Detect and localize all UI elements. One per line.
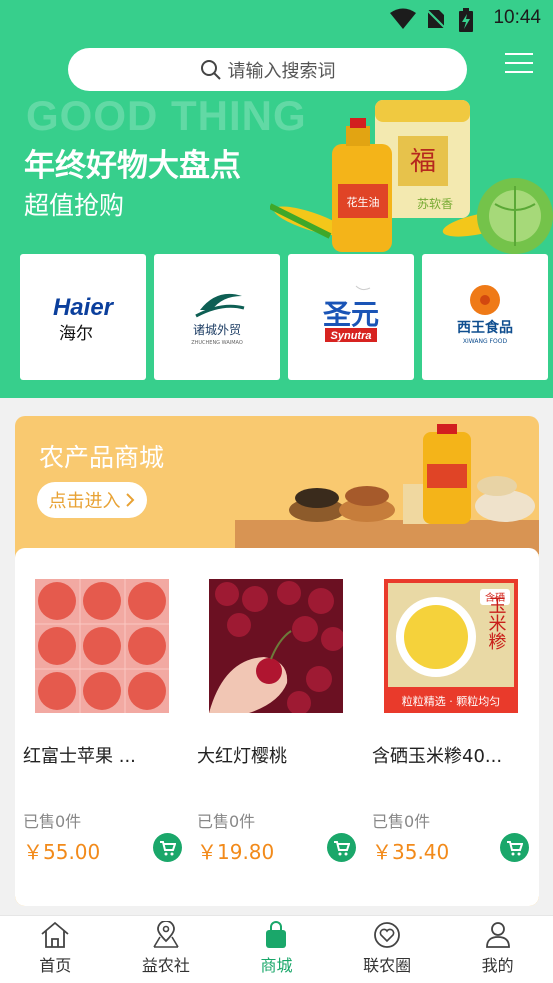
cart-icon [334,840,350,855]
product-card[interactable]: 红富士苹果 ... 已售0件 ￥55.00 [15,548,190,906]
synutra-logo: 圣元 Synutra [323,285,379,342]
menu-button[interactable] [505,53,533,75]
nav-item-mine[interactable]: 我的 [442,916,553,983]
banner-products-image[interactable]: 福 苏软香 花生油 [270,96,553,256]
xiwang-logo: 西王食品 XIWANG FOOD [457,285,513,345]
grain-products-image [289,424,535,524]
brand-card-haier[interactable]: Haier 海尔 [20,254,146,380]
rice-bag-label: 苏软香 [417,197,453,211]
svg-text:粒粒精选 · 颗粒均匀: 粒粒精选 · 颗粒均匀 [402,694,501,708]
add-to-cart-button[interactable] [327,833,356,862]
menu-icon-line [505,53,533,55]
nav-label: 商城 [260,956,293,975]
status-time: 10:44 [493,7,541,28]
svg-text:XIWANG FOOD: XIWANG FOOD [463,338,508,345]
wifi-icon [390,8,416,29]
cart-icon [160,840,176,855]
bottom-nav: 首页 益农社 商城 联农圈 我的 [0,915,553,983]
nav-item-circle[interactable]: 联农圈 [332,916,443,983]
svg-text:玉米糁: 玉米糁 [486,596,507,650]
search-bar[interactable]: 请输入搜索词 [68,48,467,91]
product-list: 红富士苹果 ... 已售0件 ￥55.00 大红灯樱桃 已售0件 ￥19.80 … [15,548,539,906]
status-bar: 10:44 [0,0,553,38]
market-title: 农产品商城 [39,443,165,472]
chevron-right-icon [125,493,134,507]
search-icon [200,59,221,80]
product-name: 红富士苹果 ... [23,746,136,767]
no-sim-icon [425,8,447,30]
rice-bag-char: 福 [410,147,436,177]
svg-text:圣元: 圣元 [323,298,379,331]
product-name: 大红灯樱桃 [197,746,287,767]
brand-list: Haier 海尔 诸城外贸 ZHUCHENG WAIMAO 圣元 Synutra [20,254,548,380]
svg-text:诸城外贸: 诸城外贸 [193,323,241,337]
user-icon [485,922,510,948]
nav-label: 首页 [39,956,72,975]
svg-text:Synutra: Synutra [331,330,372,342]
brand-card-zhucheng[interactable]: 诸城外贸 ZHUCHENG WAIMAO [154,254,280,380]
banner-watermark: GOOD THING [26,92,307,139]
market-section: 农产品商城 点击进入 红富士苹果 ... 已售0件 ￥55.00 大红灯樱桃 已… [15,416,539,906]
product-card[interactable]: 大红灯樱桃 已售0件 ￥19.80 [189,548,364,906]
product-image-apple[interactable] [35,579,169,713]
nav-label: 我的 [481,956,514,975]
svg-text:Haier: Haier [53,294,115,321]
add-to-cart-button[interactable] [153,833,182,862]
map-pin-icon [153,921,179,948]
banner-subline: 超值抢购 [24,191,125,220]
product-price: ￥19.80 [197,840,275,864]
haier-logo: Haier 海尔 [53,294,115,344]
brand-card-xiwang[interactable]: 西王食品 XIWANG FOOD [422,254,548,380]
product-price: ￥55.00 [23,840,101,864]
product-price: ￥35.40 [372,840,450,864]
battery-charging-icon [459,8,473,32]
nav-item-yinongshe[interactable]: 益农社 [111,916,222,983]
home-icon [41,921,69,948]
product-name: 含硒玉米糁40... [372,746,503,767]
search-placeholder: 请输入搜索词 [227,60,336,82]
product-image-corn-grits[interactable]: 含硒 玉米糁 粒粒精选 · 颗粒均匀 [384,579,518,713]
hero-banner: 10:44 请输入搜索词 GOOD THING 年终好物大盘点 超值抢购 福 苏… [0,0,553,398]
zhucheng-logo: 诸城外贸 ZHUCHENG WAIMAO [191,293,245,346]
product-sold: 已售0件 [23,812,82,831]
svg-text:ZHUCHENG WAIMAO: ZHUCHENG WAIMAO [191,340,243,346]
nav-item-home[interactable]: 首页 [0,916,111,983]
enter-market-button[interactable]: 点击进入 [37,482,147,518]
nav-item-mall[interactable]: 商城 [221,916,332,983]
svg-text:海尔: 海尔 [59,324,93,344]
svg-text:西王食品: 西王食品 [457,319,513,336]
banner-headline[interactable]: 年终好物大盘点 [24,140,241,185]
product-image-cherry[interactable] [209,579,343,713]
brand-card-synutra[interactable]: 圣元 Synutra [288,254,414,380]
add-to-cart-button[interactable] [500,833,529,862]
enter-market-label: 点击进入 [48,491,121,512]
product-card[interactable]: 含硒 玉米糁 粒粒精选 · 颗粒均匀 含硒玉米糁40... 已售0件 ￥35.4… [364,548,539,906]
product-sold: 已售0件 [197,812,256,831]
shopping-bag-icon [266,921,287,948]
product-sold: 已售0件 [372,812,431,831]
heart-chat-icon [374,922,400,948]
nav-label: 联农圈 [363,956,412,975]
oil-label: 花生油 [347,195,380,209]
cart-icon [507,840,523,855]
nav-label: 益农社 [141,956,190,975]
